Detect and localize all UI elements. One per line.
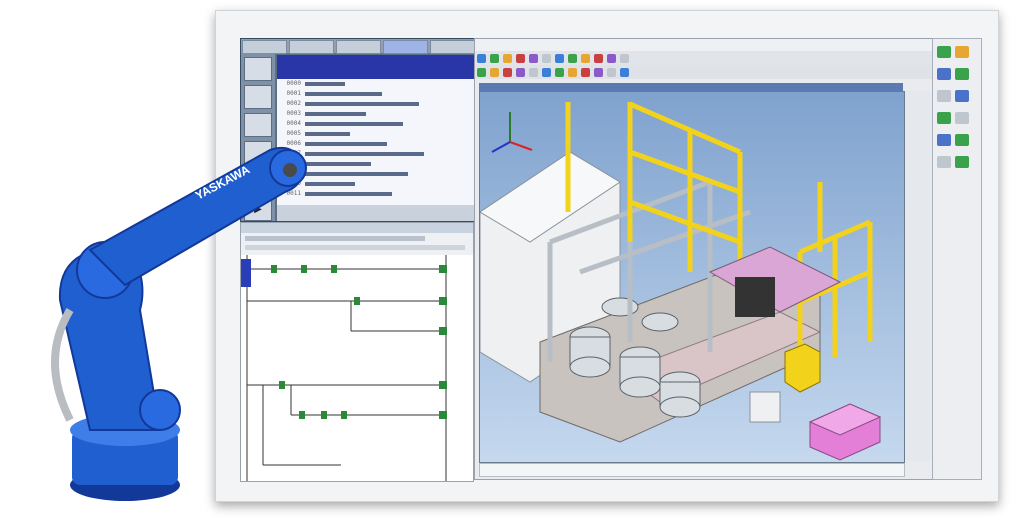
job-line-instruction <box>305 112 366 116</box>
pendant-tabs <box>241 39 476 54</box>
job-line-number: 0002 <box>286 100 301 107</box>
tool-icon[interactable] <box>955 46 969 58</box>
job-line[interactable]: 0004 <box>277 119 474 129</box>
open-icon[interactable] <box>477 53 486 63</box>
3d-viewport[interactable] <box>479 91 905 463</box>
pendant-tab[interactable] <box>289 40 334 54</box>
zoom-icon[interactable] <box>568 53 577 63</box>
pause-icon[interactable] <box>542 53 551 63</box>
job-header <box>277 55 474 79</box>
yaskawa-robot-arm: YASKAWA <box>51 146 307 501</box>
pan-icon[interactable] <box>594 53 603 63</box>
play-icon[interactable] <box>529 53 538 63</box>
pendant-tab[interactable] <box>383 40 428 54</box>
save-icon[interactable] <box>490 53 499 63</box>
job-line-instruction <box>305 172 408 176</box>
tool-icon[interactable] <box>937 46 951 58</box>
pendant-button[interactable] <box>244 57 272 81</box>
job-line-number: 0001 <box>286 90 301 97</box>
grid-icon[interactable] <box>620 53 629 63</box>
tool-icon[interactable] <box>955 68 969 80</box>
axis-gizmo <box>491 112 533 153</box>
job-line-instruction <box>305 82 345 86</box>
fit-icon[interactable] <box>607 67 616 77</box>
pan-icon[interactable] <box>594 67 603 77</box>
stop-icon[interactable] <box>555 67 564 77</box>
tool-icon[interactable] <box>955 134 969 146</box>
pendant-button[interactable] <box>244 85 272 109</box>
tool-palette[interactable] <box>932 38 982 480</box>
fit-icon[interactable] <box>607 53 616 63</box>
tool-icon[interactable] <box>937 156 951 168</box>
play-icon[interactable] <box>529 67 538 77</box>
redo-icon[interactable] <box>516 53 525 63</box>
pendant-tab[interactable] <box>242 40 287 54</box>
pendant-tab[interactable] <box>430 40 475 54</box>
3d-simulation-window <box>474 38 934 480</box>
job-line[interactable]: 0000 <box>277 79 474 89</box>
output-panel <box>479 463 905 477</box>
rotate-icon[interactable] <box>581 53 590 63</box>
tool-icon[interactable] <box>937 68 951 80</box>
toolbar-primary[interactable] <box>475 51 933 65</box>
yellow-controller-box <box>784 343 821 393</box>
property-panel[interactable] <box>905 91 931 461</box>
toolbar-secondary[interactable] <box>475 65 933 79</box>
job-line-number: 0004 <box>286 120 301 127</box>
tool-icon[interactable] <box>955 156 969 168</box>
pendant-tab[interactable] <box>336 40 381 54</box>
viewport-title-bar <box>479 83 903 91</box>
job-line-instruction <box>305 152 424 156</box>
job-line[interactable]: 0002 <box>277 99 474 109</box>
menu-bar[interactable] <box>475 39 933 51</box>
save-icon[interactable] <box>490 67 499 77</box>
rotate-icon[interactable] <box>581 67 590 77</box>
stop-icon[interactable] <box>555 53 564 63</box>
job-line-number: 0000 <box>286 80 301 87</box>
job-line-instruction <box>305 102 419 106</box>
job-line[interactable]: 0003 <box>277 109 474 119</box>
tool-icon[interactable] <box>937 134 951 146</box>
tool-icon[interactable] <box>937 90 951 102</box>
pause-icon[interactable] <box>542 67 551 77</box>
zoom-icon[interactable] <box>568 67 577 77</box>
job-line-number: 0003 <box>286 110 301 117</box>
job-line-instruction <box>305 122 403 126</box>
open-icon[interactable] <box>477 67 486 77</box>
grid-icon[interactable] <box>620 67 629 77</box>
tool-icon[interactable] <box>955 90 969 102</box>
undo-icon[interactable] <box>503 53 512 63</box>
undo-icon[interactable] <box>503 67 512 77</box>
job-line[interactable]: 0001 <box>277 89 474 99</box>
redo-icon[interactable] <box>516 67 525 77</box>
tool-icon[interactable] <box>955 112 969 124</box>
tool-icon[interactable] <box>937 112 951 124</box>
job-line-instruction <box>305 92 382 96</box>
